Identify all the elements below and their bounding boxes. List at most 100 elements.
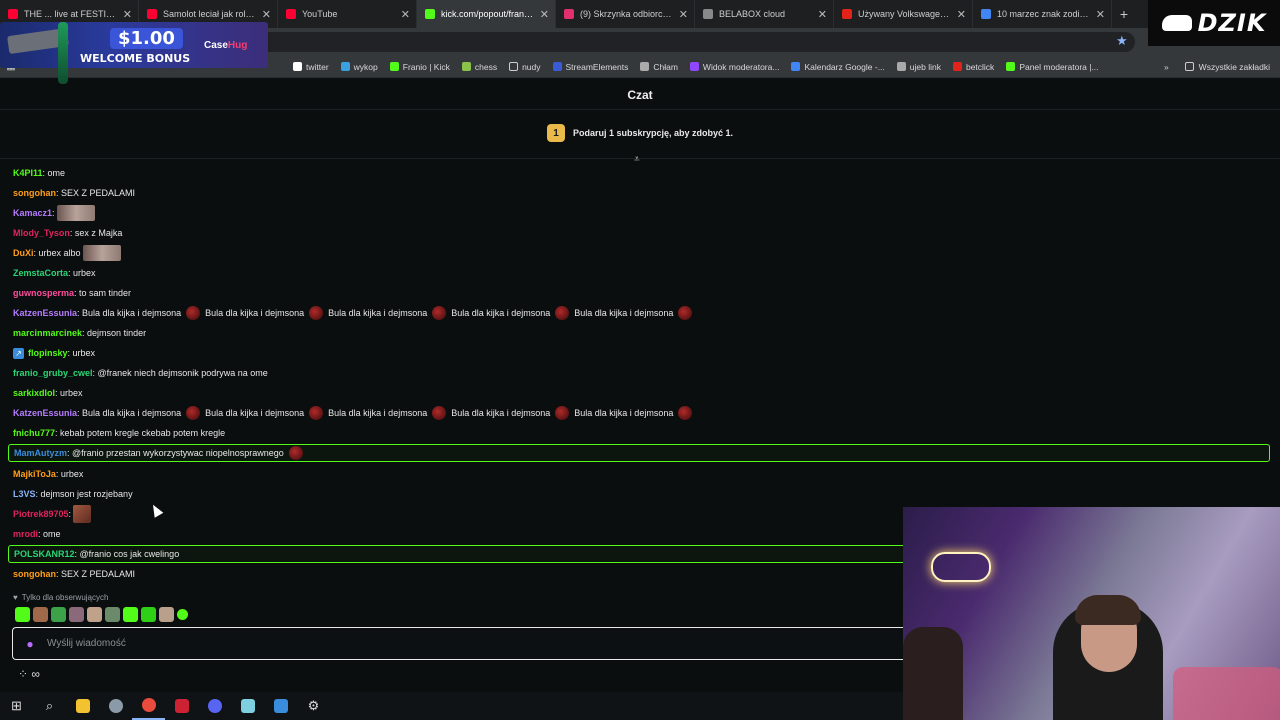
chat-emote[interactable] [73,505,92,523]
scroll-to-bottom-icon[interactable]: ⩡ [634,154,640,165]
close-tab-icon[interactable]: ✕ [262,8,271,21]
bookmark-star-icon[interactable]: ★ [1116,33,1128,49]
chat-emote[interactable] [678,306,693,320]
app-icon[interactable] [99,692,132,720]
bookmark-item[interactable]: chess [456,62,503,72]
chat-username[interactable]: KatzenEssunia [13,308,77,318]
chat-emote[interactable] [82,245,121,261]
bookmark-item[interactable]: Widok moderatora... [684,62,786,72]
chat-username[interactable]: K4PI11 [13,168,43,178]
emote-kick-1[interactable] [15,607,30,622]
all-bookmarks[interactable]: Wszystkie zakładki [1179,62,1280,72]
chat-emote[interactable] [186,406,201,420]
chat-emote[interactable] [555,406,570,420]
bookmark-item[interactable]: betclick [947,62,1000,72]
address-bar[interactable] [250,32,1135,52]
bookmark-item[interactable]: Kalendarz Google -... [785,62,890,72]
chat-username[interactable]: DuXi [13,248,34,258]
chrome-icon[interactable] [132,692,165,720]
bookmark-item[interactable]: ujeb link [891,62,947,72]
chat-message: Piotrek89705: [13,505,92,523]
emote-pepe[interactable] [105,607,120,622]
emote-kick-3[interactable] [141,607,156,622]
close-tab-icon[interactable]: ✕ [957,8,966,21]
chat-emote[interactable] [186,306,201,320]
close-tab-icon[interactable]: ✕ [540,8,549,21]
chat-emote[interactable] [432,406,447,420]
casino-ad-banner[interactable]: $1.00 WELCOME BONUS CaseHug [0,22,268,84]
chat-emote[interactable] [555,306,570,320]
search-icon[interactable]: ⌕ [33,692,66,720]
bookmark-item[interactable]: twitter [287,62,335,72]
emote-frog[interactable] [51,607,66,622]
emote-picker-icon[interactable]: ● [13,637,47,651]
emote-dog[interactable] [159,607,174,622]
chat-emote[interactable] [309,406,324,420]
emote-man[interactable] [87,607,102,622]
new-tab-icon[interactable]: + [1112,0,1136,28]
file-explorer-icon[interactable] [66,692,99,720]
chat-username[interactable]: L3VS [13,489,36,499]
settings-gear-icon[interactable]: ⚙ [297,692,330,720]
chat-username[interactable]: franio_gruby_cwel [13,368,93,378]
bookmark-item[interactable]: wykop [335,62,384,72]
chat-message-text: : dejmson jest rozjebany [35,489,133,499]
browser-tab[interactable]: YouTube ✕ [278,0,417,28]
chat-username[interactable]: mrodi [13,529,38,539]
chat-username[interactable]: marcinmarcinek [13,328,82,338]
chat-message-input[interactable] [47,638,912,649]
notepad-icon[interactable] [231,692,264,720]
chat-username[interactable]: POLSKANR12 [14,549,75,559]
chat-username[interactable]: songohan [13,188,56,198]
infinity-icon[interactable]: ∞ [31,667,40,681]
chat-emote[interactable] [56,205,95,221]
start-icon[interactable]: ⊞ [0,692,33,720]
chat-username[interactable]: Kamacz1 [13,208,52,218]
bookmark-item[interactable]: StreamElements [547,62,635,72]
bookmark-item[interactable]: Chłam [634,62,684,72]
chat-emote[interactable] [432,306,447,320]
close-tab-icon[interactable]: ✕ [401,8,410,21]
chat-username[interactable]: songohan [13,569,56,579]
sub-goal-banner[interactable]: 1 Podaruj 1 subskrypcję, aby zdobyć 1. [0,120,1280,146]
chat-username[interactable]: ZemstaCorta [13,268,68,278]
chat-username[interactable]: fnichu777 [13,428,55,438]
emote-face[interactable] [69,607,84,622]
close-tab-icon[interactable]: ✕ [1096,8,1105,21]
chat-tools: ⁘ ∞ [18,667,40,681]
window-icon[interactable] [264,692,297,720]
chat-username[interactable]: sarkixdlol [13,388,55,398]
browser-tab[interactable]: BELABOX cloud ✕ [695,0,834,28]
chat-username[interactable]: guwnosperma [13,288,74,298]
settings-dots-icon[interactable]: ⁘ [18,667,28,681]
browser-tab[interactable]: 10 marzec znak zodiaku ✕ [973,0,1112,28]
emote-cat[interactable] [33,607,48,622]
bookmark-item[interactable]: Franio | Kick [384,62,456,72]
emote-kick-4[interactable] [177,609,188,620]
chat-username[interactable]: KatzenEssunia [13,408,77,418]
chat-username[interactable]: MajkiToJa [13,469,56,479]
chat-emote[interactable] [309,306,324,320]
chat-emote[interactable] [288,446,303,460]
folder-icon [509,62,519,71]
chat-username[interactable]: MamAutyzm [14,448,67,458]
tab-title: BELABOX cloud [719,9,786,19]
browser-tab[interactable]: kick.com/popout/franio/c... ✕ [417,0,556,28]
chat-username[interactable]: Mlody_Tyson [13,228,70,238]
chat-username[interactable]: flopinsky [28,348,68,358]
close-tab-icon[interactable]: ✕ [679,8,688,21]
chat-input-box[interactable]: ● [12,627,912,660]
more-bookmarks-icon[interactable]: » [1154,62,1179,72]
bookmark-item[interactable]: nudy [503,62,546,72]
browser-tab[interactable]: (9) Skrzynka odbiorcza • I... ✕ [556,0,695,28]
browser-tab[interactable]: Używany Volkswagen Gol... ✕ [834,0,973,28]
chat-username[interactable]: Piotrek89705 [13,509,69,519]
close-tab-icon[interactable]: ✕ [818,8,827,21]
discord-icon[interactable] [198,692,231,720]
close-tab-icon[interactable]: ✕ [123,8,132,21]
obs-icon[interactable] [165,692,198,720]
emote-kick-2[interactable] [123,607,138,622]
bookmark-item[interactable]: Panel moderatora |... [1000,62,1104,72]
tab-title: kick.com/popout/franio/c... [441,9,534,19]
chat-emote[interactable] [678,406,693,420]
